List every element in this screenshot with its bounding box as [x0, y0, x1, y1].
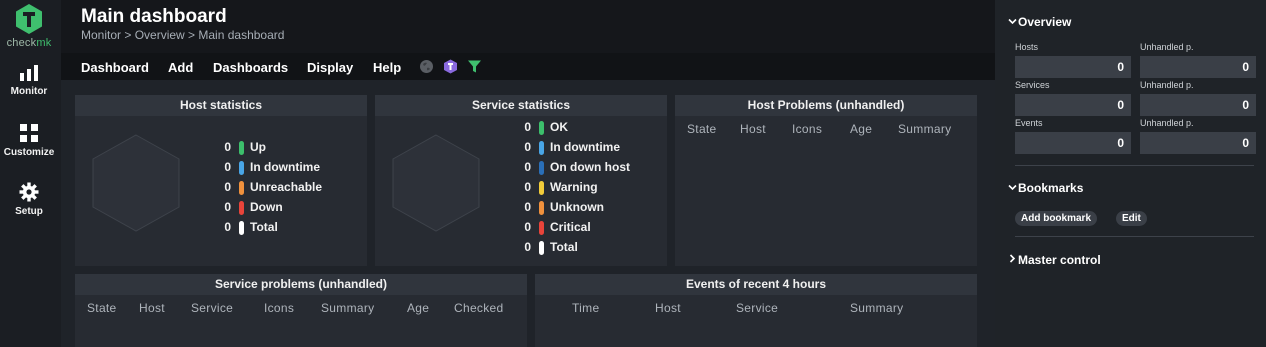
menu-dashboard[interactable]: Dashboard [81, 60, 149, 75]
bar-chart-icon [20, 65, 38, 81]
status-indicator [239, 181, 244, 195]
dashlet-body: 0 Up 0 In downtime 0 Unreachable 0 Down … [75, 116, 367, 266]
nav-item-label: Customize [3, 147, 55, 158]
overview-label-hosts: Hosts [1015, 42, 1039, 52]
column-header-summary[interactable]: Summary [850, 301, 903, 315]
dashlet-service-problems: Service problems (unhandled) State Host … [75, 274, 527, 347]
divider [1015, 236, 1254, 237]
column-header-host[interactable]: Host [655, 301, 681, 315]
column-header-state[interactable]: State [87, 301, 117, 315]
overview-value-events-unhandled[interactable]: 0 [1140, 132, 1256, 154]
overview-value-hosts-unhandled[interactable]: 0 [1140, 56, 1256, 78]
filter-icon[interactable] [467, 59, 482, 74]
chevron-right-icon[interactable] [1008, 254, 1017, 263]
service-hexagon-chart[interactable] [391, 133, 481, 233]
dashlet-title: Host Problems (unhandled) [675, 95, 977, 116]
dashlet-title: Events of recent 4 hours [535, 274, 977, 295]
nav-item-setup[interactable]: Setup [0, 182, 58, 217]
column-header-service[interactable]: Service [736, 301, 778, 315]
column-header-age[interactable]: Age [850, 122, 872, 136]
nav-item-label: Setup [15, 206, 43, 217]
dashlet-service-statistics: Service statistics 0 OK 0 In downtime 0 … [375, 95, 667, 266]
column-header-checked[interactable]: Checked [454, 301, 503, 315]
status-indicator [539, 161, 544, 175]
overview-label-services: Services [1015, 80, 1050, 90]
column-header-summary[interactable]: Summary [321, 301, 374, 315]
status-indicator [539, 221, 544, 235]
status-indicator [539, 241, 544, 255]
divider [1015, 165, 1254, 166]
column-header-service[interactable]: Service [191, 301, 233, 315]
overview-value-events[interactable]: 0 [1015, 132, 1131, 154]
status-indicator [539, 121, 544, 135]
overview-value-hosts[interactable]: 0 [1015, 56, 1131, 78]
overview-label-unhandled: Unhandled p. [1140, 80, 1194, 90]
hexagon-badge-icon[interactable] [443, 59, 458, 74]
dashlet-body: State Host Service Icons Summary Age Che… [75, 295, 527, 347]
column-header-time[interactable]: Time [572, 301, 599, 315]
nav-item-customize[interactable]: Customize [0, 123, 58, 158]
page-title: Main dashboard [81, 6, 227, 27]
column-header-host[interactable]: Host [139, 301, 165, 315]
logo-wordmark: checkmk [6, 37, 52, 49]
overview-label-unhandled: Unhandled p. [1140, 42, 1194, 52]
overview-value-services[interactable]: 0 [1015, 94, 1131, 116]
snapin-title-overview[interactable]: Overview [1018, 15, 1071, 29]
status-indicator [539, 181, 544, 195]
overview-value-services-unhandled[interactable]: 0 [1140, 94, 1256, 116]
dashlet-body: Time Host Service Summary [535, 295, 977, 347]
overview-label-unhandled: Unhandled p. [1140, 118, 1194, 128]
menu-dashboards[interactable]: Dashboards [213, 60, 288, 75]
checkmk-logo[interactable]: checkmk [0, 0, 61, 52]
status-indicator [239, 161, 244, 175]
column-header-host[interactable]: Host [740, 122, 766, 136]
dashlet-title: Host statistics [75, 95, 367, 116]
status-indicator [239, 141, 244, 155]
chevron-down-icon[interactable] [1008, 17, 1017, 26]
dashlet-body: State Host Icons Age Summary [675, 116, 977, 266]
dashlet-body: 0 OK 0 In downtime 0 On down host 0 Warn… [375, 116, 667, 266]
nav-item-label: Monitor [10, 86, 48, 97]
page-menu-bar: Dashboard Add Dashboards Display Help [61, 53, 995, 80]
page-header: Main dashboard Monitor > Overview > Main… [61, 0, 995, 53]
host-hexagon-chart[interactable] [91, 133, 181, 233]
grid-icon [20, 124, 38, 142]
menu-display[interactable]: Display [307, 60, 353, 75]
left-navigation: checkmk Monitor Customize Setup [0, 0, 61, 347]
checkmk-logo-icon [16, 4, 42, 34]
column-header-icons[interactable]: Icons [792, 122, 822, 136]
status-indicator [239, 221, 244, 235]
add-bookmark-button[interactable]: Add bookmark [1015, 211, 1098, 226]
snapin-title-bookmarks[interactable]: Bookmarks [1018, 181, 1083, 195]
column-header-summary[interactable]: Summary [898, 122, 951, 136]
column-header-state[interactable]: State [687, 122, 717, 136]
menu-add[interactable]: Add [168, 60, 193, 75]
dashlet-title: Service statistics [375, 95, 667, 116]
menu-help[interactable]: Help [373, 60, 401, 75]
overview-label-events: Events [1015, 118, 1043, 128]
status-indicator [539, 141, 544, 155]
nav-item-monitor[interactable]: Monitor [0, 64, 58, 97]
right-sidebar: Overview Hosts Unhandled p. 0 0 Services… [995, 0, 1266, 347]
chevron-down-icon[interactable] [1008, 183, 1017, 192]
dashlet-host-problems: Host Problems (unhandled) State Host Ico… [675, 95, 977, 266]
globe-icon[interactable] [419, 59, 434, 74]
dashlet-title: Service problems (unhandled) [75, 274, 527, 295]
column-header-age[interactable]: Age [407, 301, 429, 315]
dashboard-area: Host statistics 0 Up 0 In downtime 0 Unr… [61, 80, 995, 347]
column-header-icons[interactable]: Icons [264, 301, 294, 315]
dashlet-recent-events: Events of recent 4 hours Time Host Servi… [535, 274, 977, 347]
gear-icon [19, 182, 39, 202]
dashlet-host-statistics: Host statistics 0 Up 0 In downtime 0 Unr… [75, 95, 367, 266]
status-indicator [539, 201, 544, 215]
breadcrumb[interactable]: Monitor > Overview > Main dashboard [81, 28, 284, 42]
edit-bookmarks-button[interactable]: Edit [1116, 211, 1147, 226]
snapin-title-master-control[interactable]: Master control [1018, 253, 1101, 267]
status-indicator [239, 201, 244, 215]
